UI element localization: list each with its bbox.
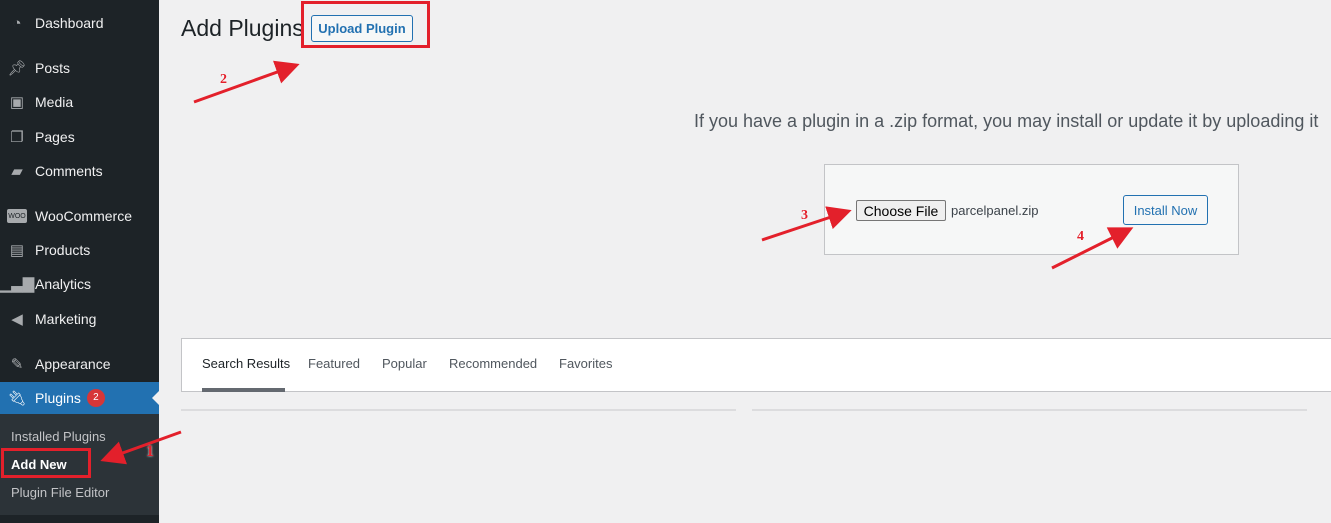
woo-icon: WOO <box>7 209 27 223</box>
pages-icon: ❐ <box>10 129 24 146</box>
bar-chart-icon: ▁▃▇ <box>0 276 35 293</box>
plugin-card-placeholder <box>181 409 736 411</box>
active-tab-indicator <box>202 388 285 392</box>
plugin-card-placeholder <box>752 409 1307 411</box>
sidebar-item-analytics[interactable]: ▁▃▇ Analytics <box>0 268 159 300</box>
arrow-2 <box>193 60 300 104</box>
tab-popular[interactable]: Popular <box>382 356 427 371</box>
megaphone-icon: ◀ <box>11 311 23 328</box>
label: WooCommerce <box>35 208 132 224</box>
annotation-number-1: 1 <box>146 443 154 460</box>
label: Media <box>35 94 74 110</box>
label: Appearance <box>35 356 111 372</box>
brush-icon: ✎ <box>10 356 24 373</box>
label: Products <box>35 242 91 258</box>
submenu-plugin-file-editor[interactable]: Plugin File Editor <box>11 485 109 500</box>
upload-form: Choose File parcelpanel.zip Install Now <box>824 164 1239 255</box>
admin-sidebar: ◔ Dashboard 📌︎ Posts ▣ Media ❐ Pages ▰ Commen… <box>0 0 159 523</box>
label: Analytics <box>35 276 92 292</box>
update-count-badge: 2 <box>86 389 105 407</box>
label: Dashboard <box>35 15 104 31</box>
sidebar-item-marketing[interactable]: ◀ Marketing <box>0 303 159 335</box>
sidebar-item-dashboard[interactable]: ◔ Dashboard <box>0 7 159 39</box>
tab-favorites[interactable]: Favorites <box>559 356 612 371</box>
label: Comments <box>35 163 103 179</box>
sidebar-item-appearance[interactable]: ✎ Appearance <box>0 348 159 380</box>
comment-icon: ▰ <box>11 163 23 180</box>
highlight-box-upload <box>301 1 430 48</box>
highlight-box-add-new <box>1 448 91 478</box>
label: Plugins <box>35 390 81 406</box>
annotation-arrows <box>100 60 1134 465</box>
page-title: Add Plugins <box>181 15 304 41</box>
choose-file-button[interactable]: Choose File <box>856 200 946 221</box>
label: Pages <box>35 129 75 145</box>
sidebar-item-products[interactable]: ▤ Products <box>0 234 159 266</box>
tab-search-results[interactable]: Search Results <box>202 356 290 371</box>
upload-help-text: If you have a plugin in a .zip format, y… <box>694 111 1319 131</box>
dashboard-icon: ◔ <box>12 14 22 32</box>
annotation-number-2: 2 <box>220 72 227 87</box>
plugin-filter-tabs: Search Results Featured Popular Recommen… <box>181 338 1331 392</box>
selected-file-name: parcelpanel.zip <box>951 203 1039 218</box>
plugin-icon: 🔌︎ <box>7 390 27 407</box>
sidebar-item-comments[interactable]: ▰ Comments <box>0 155 159 187</box>
install-now-button[interactable]: Install Now <box>1123 195 1208 225</box>
sidebar-item-woocommerce[interactable]: WOO WooCommerce <box>0 200 159 232</box>
sidebar-item-media[interactable]: ▣ Media <box>0 86 159 118</box>
archive-icon: ▤ <box>9 242 25 259</box>
tab-recommended[interactable]: Recommended <box>449 356 537 371</box>
active-caret <box>152 391 159 405</box>
label: Marketing <box>35 311 97 327</box>
sidebar-item-plugins[interactable]: 🔌︎ Plugins 2 <box>0 382 159 414</box>
submenu-installed-plugins[interactable]: Installed Plugins <box>11 429 106 444</box>
annotation-number-3: 3 <box>801 208 808 223</box>
pin-icon: 📌︎ <box>7 60 27 77</box>
annotation-number-4: 4 <box>1077 229 1084 244</box>
sidebar-item-pages[interactable]: ❐ Pages <box>0 121 159 153</box>
label: Posts <box>35 60 71 76</box>
media-icon: ▣ <box>9 94 25 111</box>
tab-featured[interactable]: Featured <box>308 356 360 371</box>
sidebar-item-posts[interactable]: 📌︎ Posts <box>0 52 159 84</box>
